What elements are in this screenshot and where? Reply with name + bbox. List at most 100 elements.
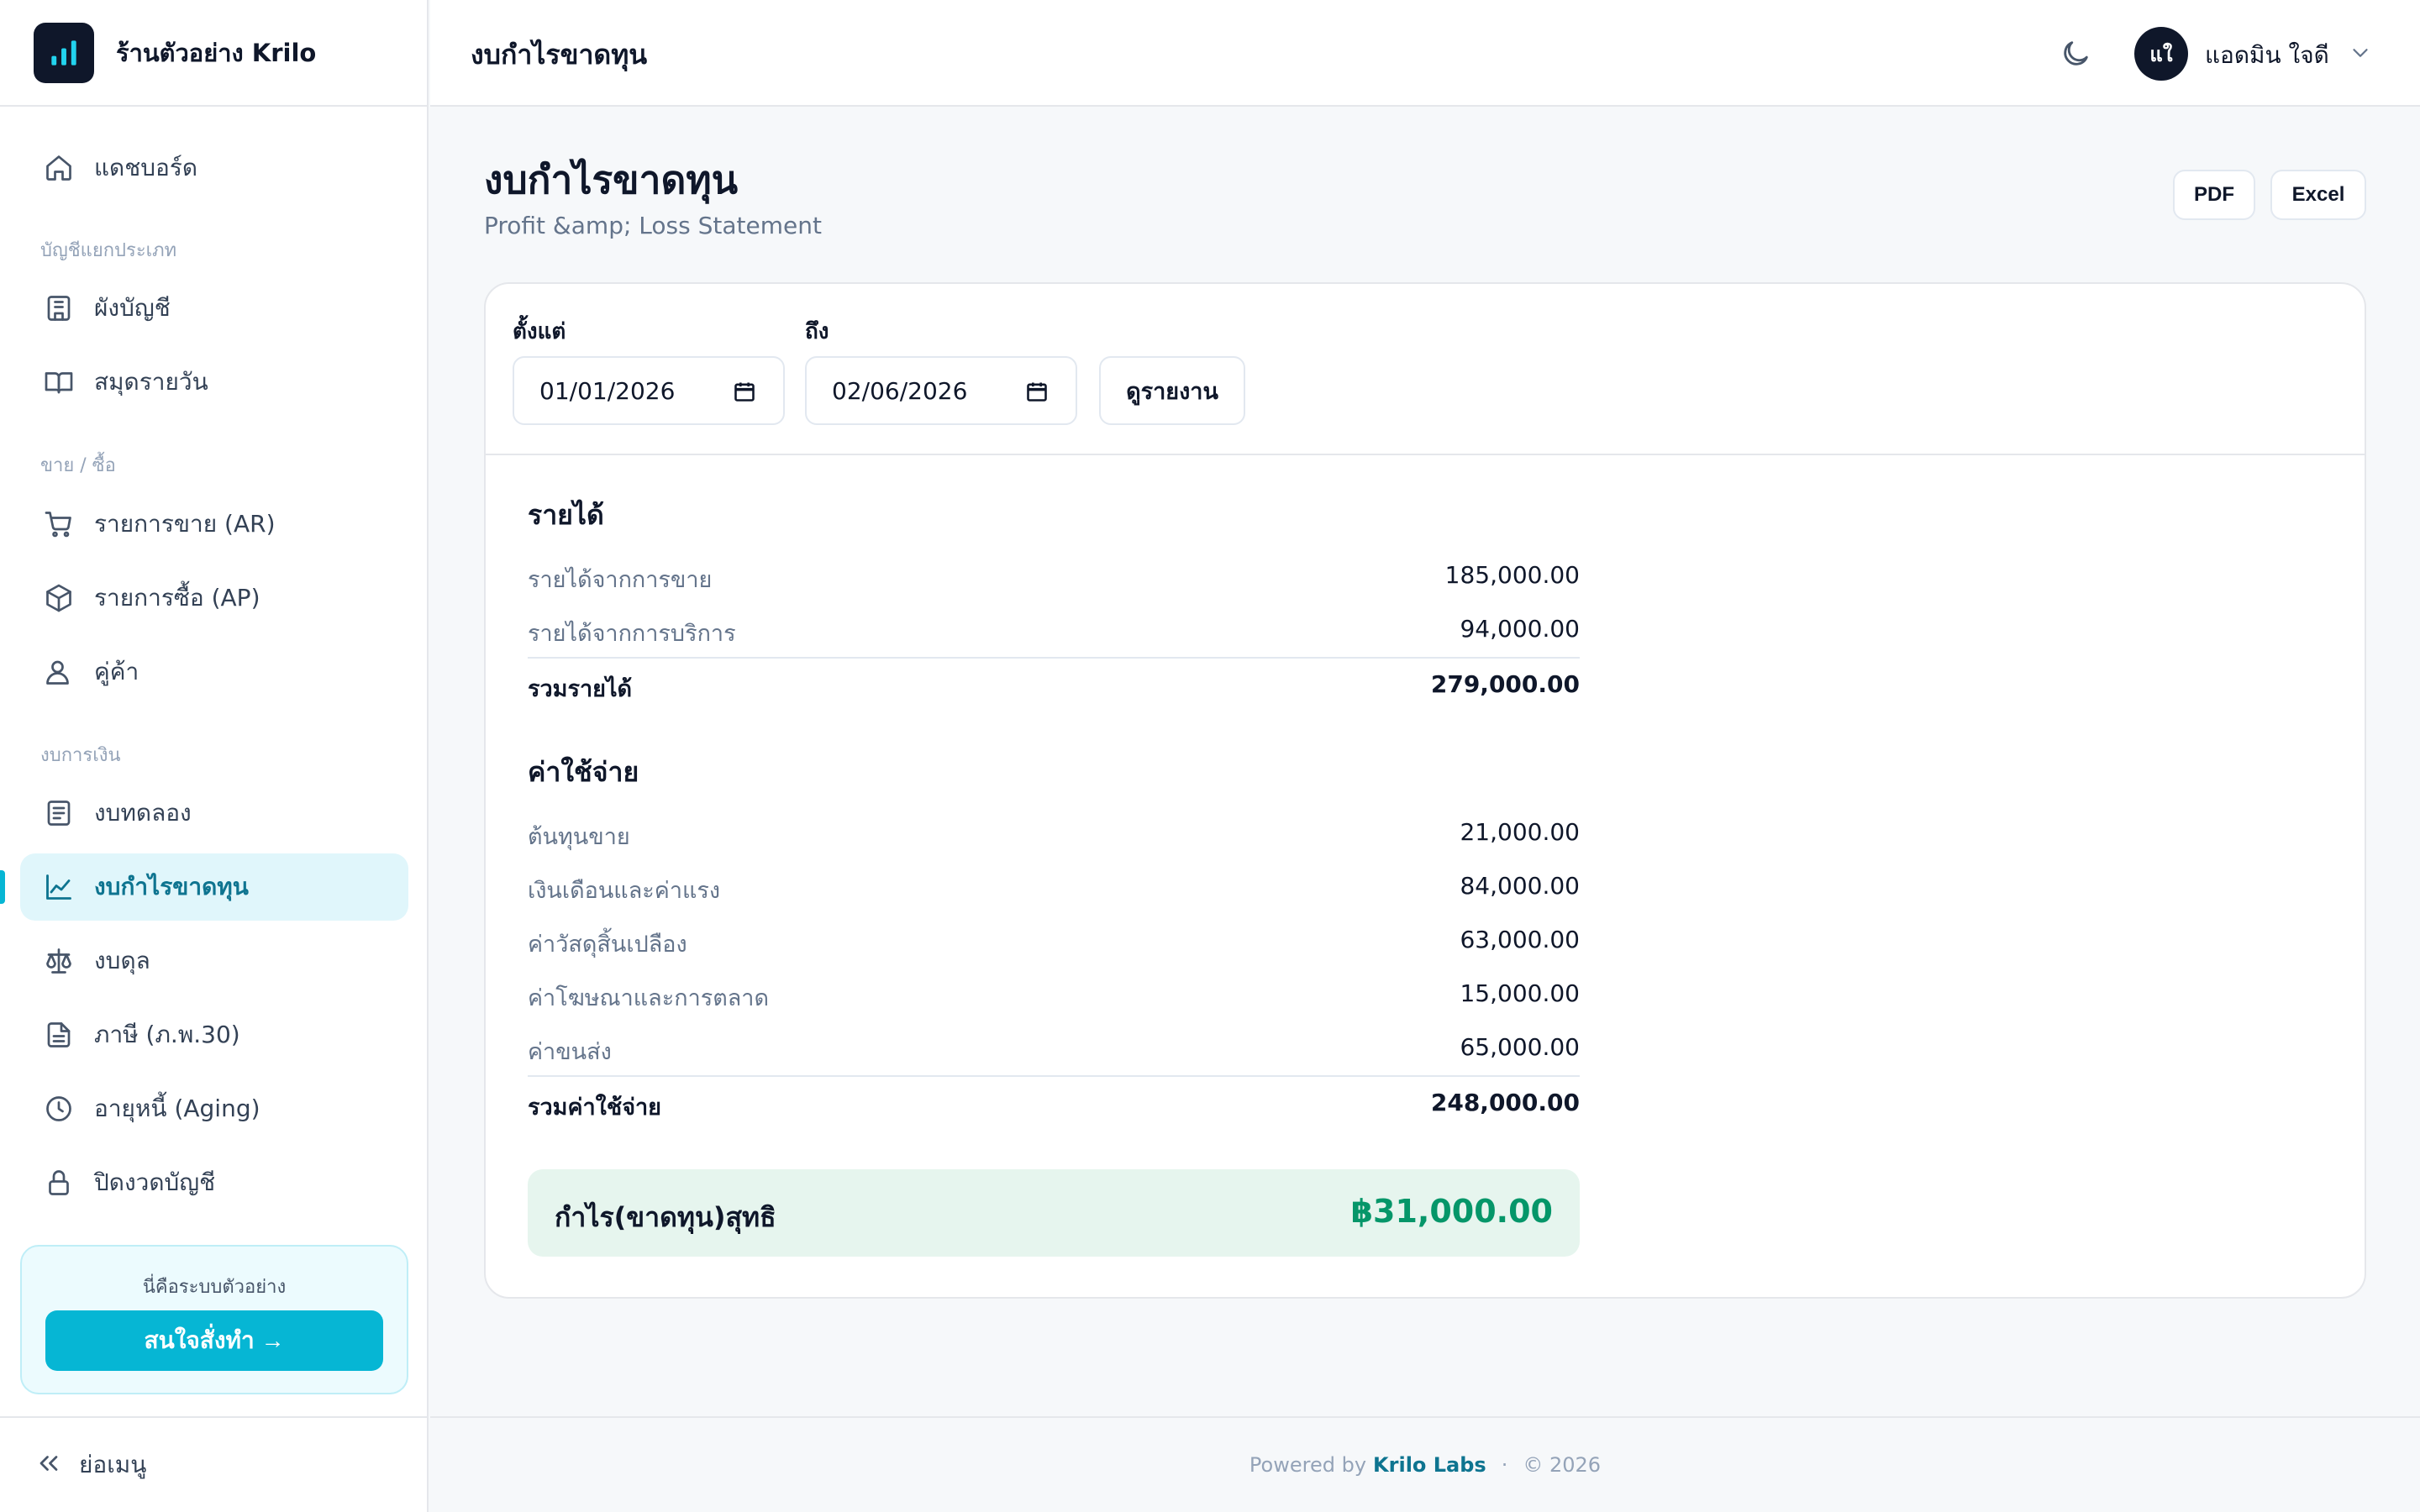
- sidebar-item-tax[interactable]: ภาษี (ภ.พ.30): [20, 1001, 408, 1068]
- to-date-label: ถึง: [805, 319, 829, 344]
- row-amount: 94,000.00: [1460, 615, 1580, 643]
- dark-mode-moon-icon[interactable]: [2059, 37, 2092, 71]
- bar-chart-logo-icon: [34, 22, 94, 83]
- avatar[interactable]: แใ: [2134, 27, 2188, 81]
- clock-icon: [42, 1092, 76, 1126]
- sidebar-item-partners[interactable]: คู่ค้า: [20, 638, 408, 706]
- table-row: รายได้จากการขาย 185,000.00: [528, 554, 1580, 596]
- sidebar-item-label: สมุดรายวัน: [94, 368, 208, 396]
- row-amount: 279,000.00: [1430, 670, 1580, 698]
- row-amount: 63,000.00: [1460, 926, 1580, 953]
- section-label-financial: งบการเงิน: [40, 745, 121, 766]
- table-row: เงินเดือนและค่าแรง 84,000.00: [528, 865, 1580, 907]
- sidebar-item-chart-of-accounts[interactable]: ผังบัญชี: [20, 275, 408, 342]
- export-excel-button[interactable]: Excel: [2270, 170, 2366, 220]
- table-row: ค่าขนส่ง 65,000.00: [528, 1026, 1580, 1068]
- sidebar-item-close-period[interactable]: ปิดงวดบัญชี: [20, 1149, 408, 1216]
- from-date-label: ตั้งแต่: [513, 319, 566, 344]
- sidebar-item-trial-balance[interactable]: งบทดลอง: [20, 780, 408, 847]
- sidebar-item-label: ภาษี (ภ.พ.30): [94, 1021, 240, 1048]
- page-subtitle: Profit &amp; Loss Statement: [484, 212, 822, 239]
- sidebar-item-journal[interactable]: สมุดรายวัน: [20, 349, 408, 416]
- export-pdf-button[interactable]: PDF: [2173, 170, 2255, 220]
- from-date-value: 01/01/2026: [539, 376, 676, 405]
- row-label: ค่าวัสดุสิ้นเปลือง: [528, 932, 687, 958]
- sidebar-item-label: แดชบอร์ด: [94, 154, 198, 181]
- row-label: รายได้จากการบริการ: [528, 621, 736, 647]
- calendar-icon[interactable]: [733, 380, 756, 403]
- net-profit-label: กำไร(ขาดทุน)สุทธิ: [555, 1201, 776, 1233]
- collapse-menu-label: ย่อเมนู: [79, 1451, 147, 1478]
- net-profit-row: กำไร(ขาดทุน)สุทธิ ฿31,000.00: [528, 1169, 1580, 1257]
- sidebar-item-sales-ar[interactable]: รายการขาย (AR): [20, 491, 408, 558]
- list-document-icon: [42, 796, 76, 830]
- page-title: งบกำไรขาดทุน: [484, 157, 739, 202]
- sidebar-item-profit-loss[interactable]: งบกำไรขาดทุน: [0, 853, 408, 921]
- sidebar-item-label: งบดุล: [94, 947, 150, 974]
- sidebar-item-label: อายุหนี้ (Aging): [94, 1095, 260, 1122]
- home-icon: [42, 151, 76, 185]
- report-card: ตั้งแต่ 01/01/2026 ถึง 02/06/2026 ดูรายง…: [484, 282, 2366, 1299]
- row-amount: 248,000.00: [1430, 1089, 1580, 1116]
- file-text-icon: [42, 1018, 76, 1052]
- row-label: รวมรายได้: [528, 676, 633, 702]
- footer-separator: ·: [1501, 1453, 1508, 1477]
- brand-name: ร้านตัวอย่าง Krilo: [116, 38, 317, 67]
- scale-icon: [42, 944, 76, 978]
- view-report-button[interactable]: ดูรายงาน: [1099, 356, 1245, 425]
- line-chart-icon: [42, 870, 76, 904]
- package-icon: [42, 581, 76, 615]
- user-icon: [42, 655, 76, 689]
- row-amount: 21,000.00: [1460, 818, 1580, 846]
- table-row: ค่าวัสดุสิ้นเปลือง 63,000.00: [528, 919, 1580, 961]
- to-date-value: 02/06/2026: [832, 376, 968, 405]
- sidebar-item-label: งบทดลอง: [94, 799, 192, 827]
- section-label-trade: ขาย / ซื้อ: [40, 455, 116, 476]
- sidebar-item-purchases-ap[interactable]: รายการซื้อ (AP): [20, 564, 408, 632]
- footer: Powered by Krilo Labs · © 2026: [430, 1416, 2420, 1512]
- copyright-text: © 2026: [1523, 1453, 1602, 1477]
- row-amount: 185,000.00: [1444, 561, 1580, 589]
- calendar-icon[interactable]: [1025, 380, 1049, 403]
- row-amount: 84,000.00: [1460, 872, 1580, 900]
- net-profit-amount: ฿31,000.00: [1350, 1193, 1553, 1230]
- revenue-total-row: รวมรายได้ 279,000.00: [528, 657, 1580, 709]
- chevrons-left-icon: [34, 1448, 64, 1482]
- sidebar-item-dashboard[interactable]: แดชบอร์ด: [20, 134, 408, 202]
- shopping-cart-icon: [42, 507, 76, 541]
- expense-total-row: รวมค่าใช้จ่าย 248,000.00: [528, 1075, 1580, 1127]
- demo-promo-box: นี่คือระบบตัวอย่าง สนใจสั่งทำ →: [20, 1245, 408, 1394]
- order-custom-button[interactable]: สนใจสั่งทำ →: [45, 1310, 383, 1371]
- user-name[interactable]: แอดมิน ใจดี: [2205, 37, 2329, 74]
- powered-by-text: Powered by: [1249, 1453, 1367, 1477]
- sidebar: ร้านตัวอย่าง Krilo แดชบอร์ด บัญชีแยกประเ…: [0, 0, 429, 1512]
- date-filter-bar: ตั้งแต่ 01/01/2026 ถึง 02/06/2026 ดูรายง…: [486, 284, 2365, 455]
- sidebar-item-aging[interactable]: อายุหนี้ (Aging): [20, 1075, 408, 1142]
- building-icon: [42, 291, 76, 325]
- sidebar-item-label: รายการซื้อ (AP): [94, 584, 260, 612]
- row-label: เงินเดือนและค่าแรง: [528, 878, 721, 904]
- from-date-input[interactable]: 01/01/2026: [513, 356, 785, 425]
- table-row: ต้นทุนขาย 21,000.00: [528, 811, 1580, 853]
- row-label: ค่าโฆษณาและการตลาด: [528, 985, 770, 1011]
- book-open-icon: [42, 365, 76, 399]
- row-label: รายได้จากการขาย: [528, 567, 713, 593]
- row-label: ค่าขนส่ง: [528, 1039, 612, 1065]
- expense-heading: ค่าใช้จ่าย: [528, 756, 639, 788]
- to-date-input[interactable]: 02/06/2026: [805, 356, 1077, 425]
- brand[interactable]: ร้านตัวอย่าง Krilo: [0, 0, 427, 107]
- collapse-menu-button[interactable]: ย่อเมนู: [0, 1416, 429, 1512]
- table-row: รายได้จากการบริการ 94,000.00: [528, 608, 1580, 650]
- topbar-title: งบกำไรขาดทุน: [471, 39, 648, 71]
- section-label-ledger: บัญชีแยกประเภท: [40, 240, 177, 261]
- sidebar-item-label: คู่ค้า: [94, 658, 139, 685]
- row-amount: 65,000.00: [1460, 1033, 1580, 1061]
- promo-text: นี่คือระบบตัวอย่าง: [142, 1277, 287, 1298]
- table-row: ค่าโฆษณาและการตลาด 15,000.00: [528, 973, 1580, 1015]
- sidebar-item-label: งบกำไรขาดทุน: [94, 873, 249, 900]
- row-amount: 15,000.00: [1460, 979, 1580, 1007]
- chevron-down-icon[interactable]: [2348, 40, 2373, 66]
- sidebar-item-balance-sheet[interactable]: งบดุล: [20, 927, 408, 995]
- sidebar-item-label: รายการขาย (AR): [94, 510, 276, 538]
- krilo-labs-link[interactable]: Krilo Labs: [1373, 1453, 1486, 1477]
